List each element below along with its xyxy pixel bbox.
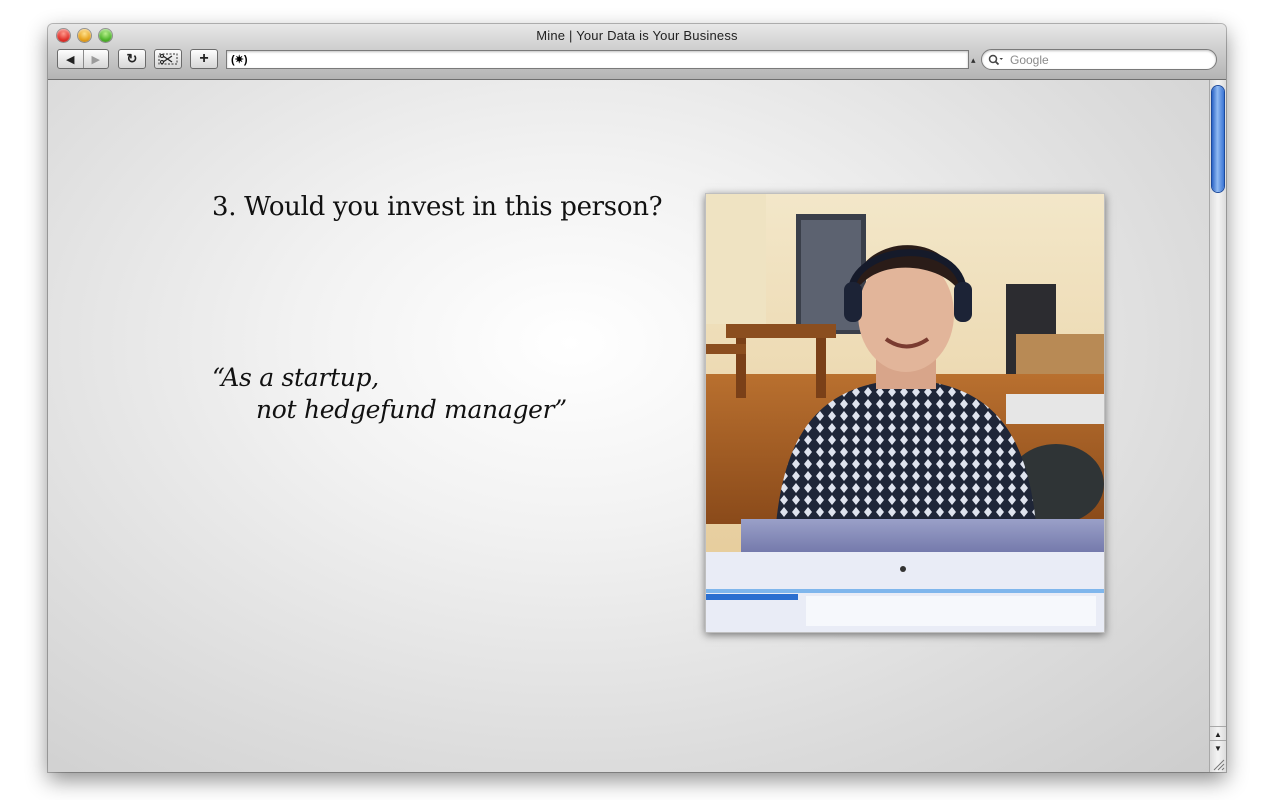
reload-icon: ↻ bbox=[126, 51, 138, 66]
slide-quote: “As a startup, not hedgefund manager” bbox=[212, 362, 567, 426]
forward-icon[interactable]: ▶ bbox=[82, 50, 109, 68]
address-text: (✷) bbox=[231, 54, 248, 66]
quote-line-2: not hedgefund manager” bbox=[256, 395, 567, 424]
search-icon bbox=[988, 54, 1003, 65]
nav-buttons: ◀ ▶ bbox=[57, 49, 109, 69]
browser-window: Mine | Your Data is Your Business ◀ ▶ ↻ … bbox=[48, 24, 1226, 772]
address-bar[interactable]: (✷) bbox=[226, 50, 969, 69]
add-icon: + bbox=[199, 50, 209, 67]
back-icon[interactable]: ◀ bbox=[58, 50, 83, 68]
title-bar: Mine | Your Data is Your Business ◀ ▶ ↻ … bbox=[48, 24, 1226, 80]
resize-grip-icon[interactable] bbox=[1211, 757, 1225, 771]
snip-button[interactable] bbox=[154, 49, 182, 69]
quote-line-1: “As a startup, bbox=[212, 363, 379, 392]
slide-title: 3. Would you invest in this person? bbox=[212, 192, 663, 222]
scroll-down-icon[interactable]: ▼ bbox=[1210, 740, 1226, 755]
search-input[interactable] bbox=[1008, 51, 1202, 68]
add-bookmark-button[interactable]: + bbox=[190, 49, 218, 69]
reload-button[interactable]: ↻ bbox=[118, 49, 146, 69]
window-title: Mine | Your Data is Your Business bbox=[536, 28, 738, 43]
person-photo bbox=[705, 193, 1105, 633]
scroll-thumb[interactable] bbox=[1212, 86, 1224, 192]
address-dropdown-icon[interactable]: ▴ bbox=[971, 55, 976, 66]
vertical-scrollbar[interactable]: ▲ ▼ bbox=[1209, 80, 1226, 772]
scroll-up-icon[interactable]: ▲ bbox=[1210, 726, 1226, 741]
search-field[interactable] bbox=[981, 49, 1217, 70]
page-content: 3. Would you invest in this person? “As … bbox=[48, 80, 1209, 772]
snip-icon bbox=[158, 53, 178, 65]
